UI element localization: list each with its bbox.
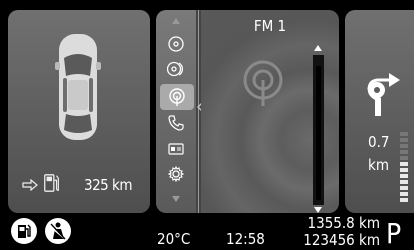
- turn-right-arrow-icon: [367, 73, 400, 116]
- fuel-range-value: 325 km: [84, 176, 133, 194]
- distance-bar-segment: [400, 132, 408, 136]
- radio-station-label: FM 1: [253, 17, 287, 35]
- outside-temperature: 20°C: [157, 230, 191, 248]
- card-icon[interactable]: [163, 138, 189, 160]
- radio-broadcast-icon: [243, 60, 283, 106]
- odometer: 123456 km: [303, 231, 380, 249]
- trip-distance: 1355.8 km: [307, 214, 380, 232]
- distance-bar: [400, 132, 408, 204]
- distance-bar-segment: [400, 144, 408, 148]
- menu-scroll-down-icon[interactable]: [172, 196, 180, 202]
- settings-icon[interactable]: [163, 163, 189, 185]
- volume-level: [316, 66, 321, 200]
- clock: 12:58: [226, 230, 265, 248]
- phone-icon[interactable]: [163, 112, 189, 134]
- fuel-arrow-icon: [22, 179, 38, 191]
- distance-bar-segment: [400, 150, 408, 154]
- fuel-warning-icon: [11, 218, 37, 244]
- volume-up-icon[interactable]: [314, 45, 322, 51]
- distance-bar-segment: [400, 168, 408, 172]
- menu-scroll-up-icon[interactable]: [172, 18, 180, 24]
- distance-bar-segment: [400, 198, 408, 202]
- cd-icon[interactable]: [163, 33, 189, 55]
- fuel-pump-icon: [44, 174, 59, 192]
- gear-indicator: P: [386, 217, 402, 250]
- nav-distance-value: 0.7: [368, 133, 390, 151]
- distance-bar-segment: [400, 162, 408, 166]
- radio-antenna-icon[interactable]: [160, 84, 194, 110]
- nav-distance-unit: km: [368, 156, 389, 174]
- distance-bar-segment: [400, 156, 408, 160]
- seatbelt-warning-icon: [45, 218, 71, 244]
- distance-bar-segment: [400, 186, 408, 190]
- car-top-view-icon: [55, 34, 101, 140]
- multi-disc-icon[interactable]: [163, 58, 189, 80]
- volume-down-icon[interactable]: [314, 207, 322, 213]
- distance-bar-segment: [400, 138, 408, 142]
- distance-bar-segment: [400, 174, 408, 178]
- distance-bar-segment: [400, 180, 408, 184]
- distance-bar-segment: [400, 192, 408, 196]
